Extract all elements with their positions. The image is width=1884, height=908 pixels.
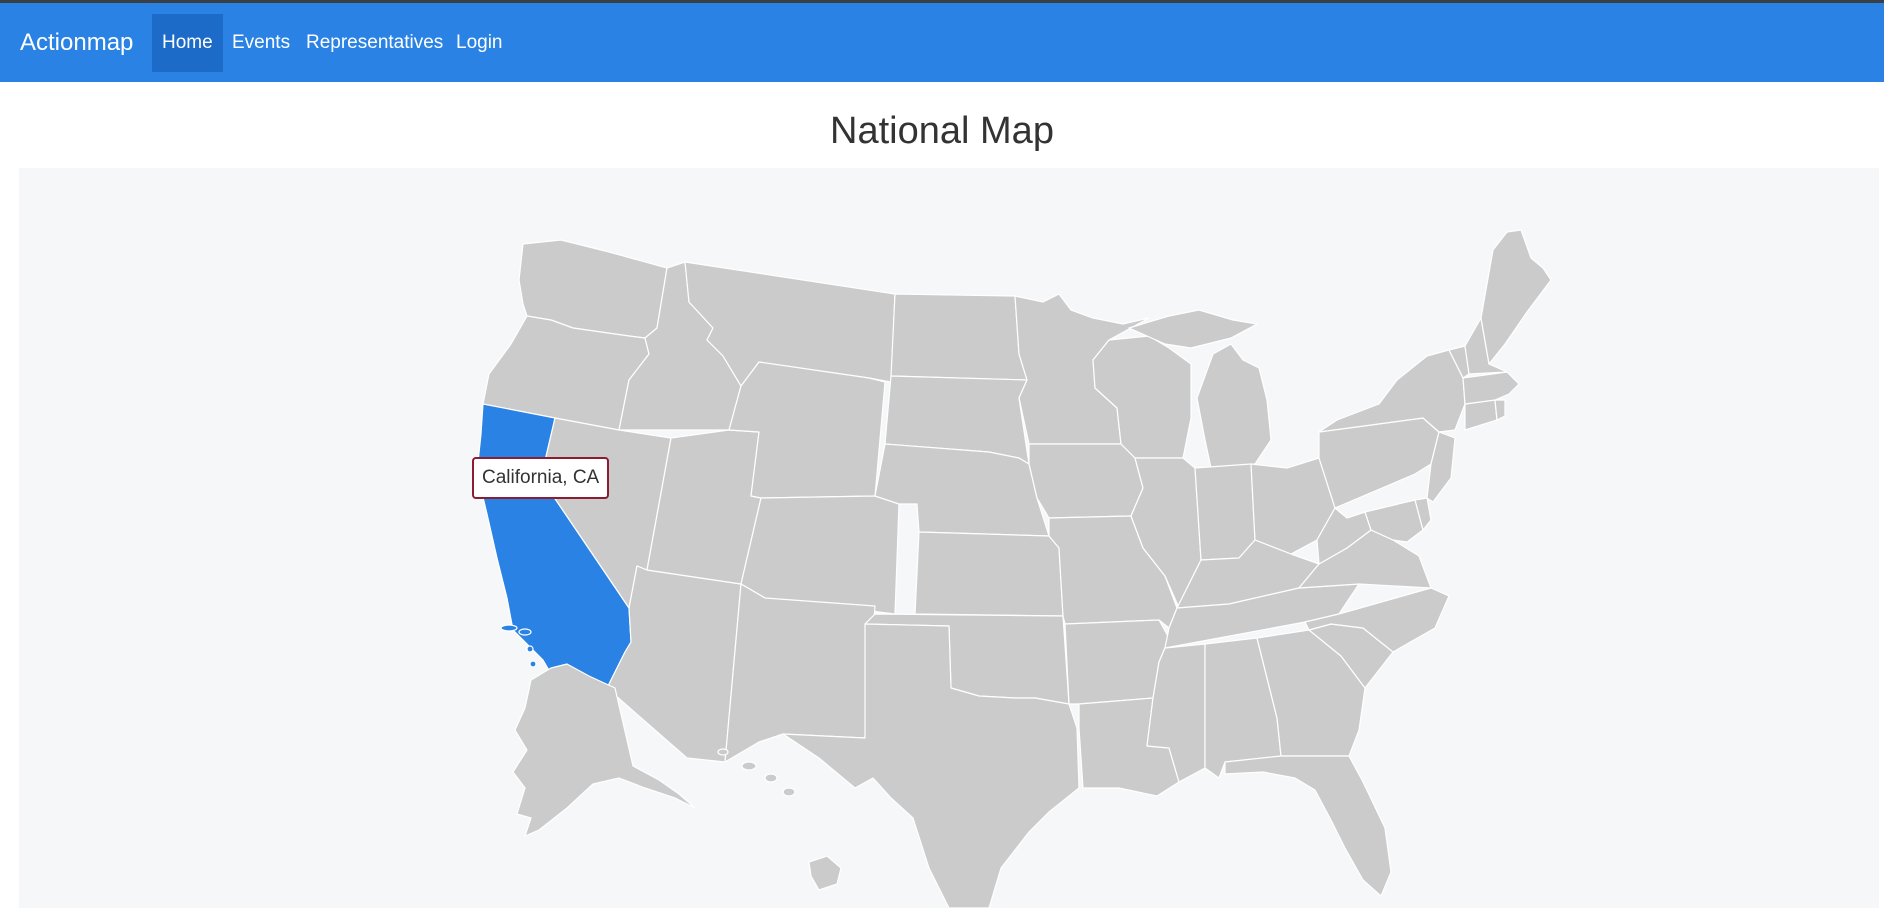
state-florida[interactable] (1224, 755, 1392, 897)
state-arkansas[interactable] (1064, 619, 1170, 705)
nav-home[interactable]: Home (152, 14, 223, 72)
state-rhode-island[interactable] (1494, 399, 1506, 421)
state-tooltip: California, CA (472, 457, 610, 499)
state-california-island-2 (518, 628, 532, 636)
brand-link[interactable]: Actionmap (20, 29, 133, 57)
state-hawaii-island-2[interactable] (741, 761, 757, 771)
state-california-island-3 (526, 645, 534, 653)
state-michigan[interactable] (1196, 343, 1272, 469)
state-iowa[interactable] (1028, 443, 1144, 519)
nav-events[interactable]: Events (222, 14, 300, 72)
state-pennsylvania[interactable] (1318, 417, 1440, 509)
nav-login[interactable]: Login (446, 14, 513, 72)
state-indiana[interactable] (1194, 463, 1256, 561)
navbar: Actionmap Home Events Representatives Lo… (0, 3, 1884, 82)
state-hawaii-island-4[interactable] (782, 787, 796, 797)
state-hawaii-island-1[interactable] (717, 748, 729, 756)
state-hawaii-big-island[interactable] (808, 855, 842, 891)
state-hawaii-island-3[interactable] (764, 773, 778, 783)
us-map-svg (476, 229, 1552, 908)
state-massachusetts[interactable] (1462, 371, 1520, 405)
state-california-island-4 (529, 660, 537, 668)
page-title: National Map (830, 110, 1054, 152)
state-california-island-1 (500, 624, 518, 632)
state-kansas[interactable] (914, 531, 1064, 617)
nav-representatives[interactable]: Representatives (296, 14, 453, 72)
state-north-dakota[interactable] (890, 293, 1028, 381)
state-maine[interactable] (1480, 229, 1552, 365)
state-new-york[interactable] (1318, 349, 1466, 433)
national-map: California, CA (19, 168, 1879, 908)
state-connecticut[interactable] (1464, 399, 1498, 431)
state-colorado[interactable] (740, 495, 900, 615)
